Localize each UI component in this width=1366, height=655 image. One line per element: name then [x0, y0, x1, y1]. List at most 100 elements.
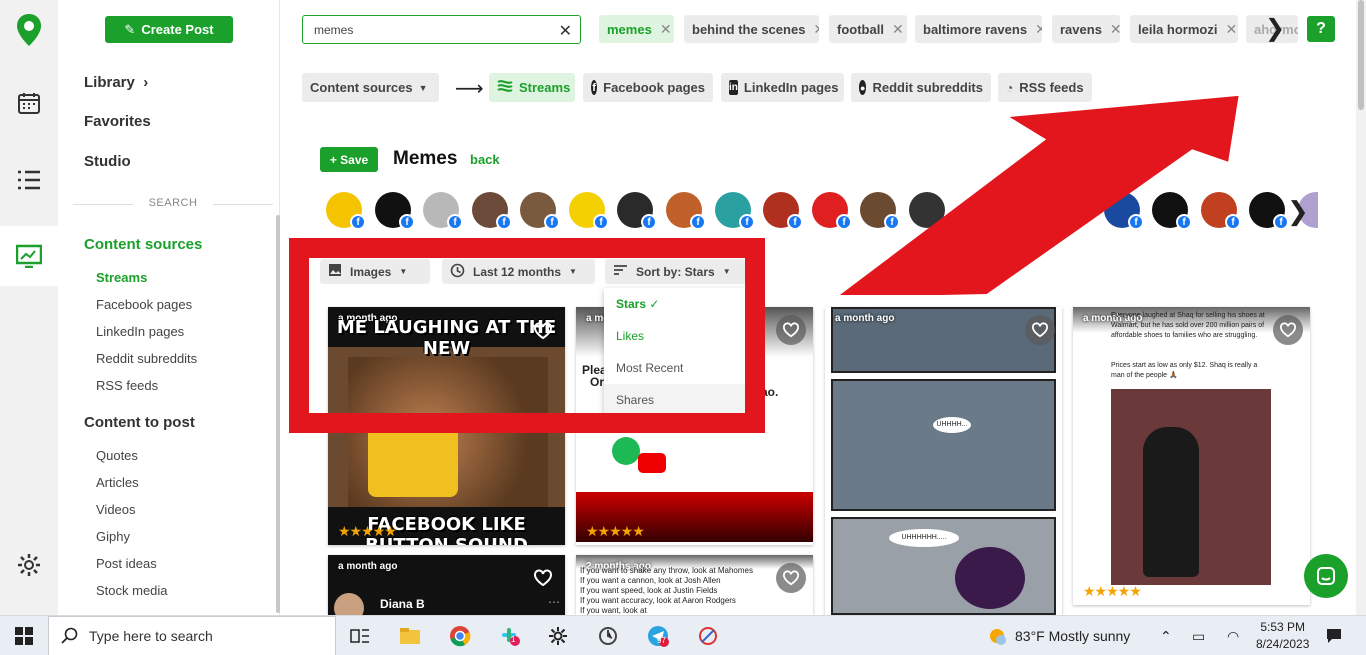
page-scrollbar[interactable] — [1356, 0, 1366, 615]
heart-icon[interactable] — [528, 563, 558, 593]
chips-scroll-right-icon[interactable]: ❯ — [1265, 14, 1285, 43]
source-avatar[interactable]: f — [569, 192, 609, 230]
sidebar-item-facebook-pages[interactable]: Facebook pages — [96, 297, 192, 312]
chip-memes[interactable]: memes ✕ — [599, 15, 674, 43]
meme-card[interactable]: a month ago Diana B ⋯ — [328, 555, 565, 615]
chip-behind-the-scenes[interactable]: behind the scenes ✕ — [684, 15, 819, 43]
sidebar-item-rss-feeds[interactable]: RSS feeds — [96, 378, 158, 393]
source-avatar[interactable]: f — [1152, 192, 1192, 230]
chrome-icon[interactable] — [447, 623, 473, 649]
chip-leila-hormozi[interactable]: leila hormozi ✕ — [1130, 15, 1238, 43]
heart-icon[interactable] — [1025, 315, 1055, 345]
close-icon[interactable]: ✕ — [813, 21, 819, 38]
windows-start-icon[interactable] — [11, 623, 37, 649]
sidebar-item-content-sources[interactable]: Content sources — [84, 236, 202, 253]
sidebar-item-linkedin-pages[interactable]: LinkedIn pages — [96, 324, 184, 339]
source-avatar[interactable]: f — [1104, 192, 1144, 230]
date-range-dropdown[interactable]: Last 12 months ▼ — [442, 259, 595, 284]
media-type-dropdown[interactable]: Images ▼ — [320, 259, 430, 284]
heart-icon[interactable] — [1273, 315, 1303, 345]
source-avatar[interactable]: f — [520, 192, 560, 230]
chevron-up-icon[interactable]: ⌃ — [1160, 628, 1172, 645]
heart-icon[interactable] — [776, 563, 806, 593]
close-icon[interactable]: ✕ — [660, 21, 672, 38]
notifications-icon[interactable] — [1321, 623, 1347, 649]
meme-card[interactable]: 2 months ago If you want to shake any th… — [576, 555, 813, 615]
sidebar-item-content-to-post[interactable]: Content to post — [84, 414, 195, 431]
source-avatar[interactable]: f — [812, 192, 852, 230]
sidebar-item-stock-media[interactable]: Stock media — [96, 583, 168, 598]
source-avatar[interactable]: f — [375, 192, 415, 230]
source-avatar[interactable]: f — [860, 192, 900, 230]
tab-rss-feeds[interactable]: ◔ RSS feeds — [998, 73, 1092, 102]
taskbar-search-input[interactable]: Type here to search — [48, 616, 336, 655]
sidebar-item-videos[interactable]: Videos — [96, 502, 136, 517]
source-avatar[interactable]: f — [423, 192, 463, 230]
chat-support-button[interactable] — [1304, 554, 1348, 598]
meme-card[interactable]: UHHHH... UHHHHHH..... a month ago — [825, 307, 1062, 615]
tab-facebook-pages[interactable]: f Facebook pages — [583, 73, 713, 102]
snipping-tool-icon[interactable] — [595, 623, 621, 649]
source-avatar[interactable]: f — [472, 192, 512, 230]
settings-icon[interactable] — [545, 623, 571, 649]
avatars-scroll-right-icon[interactable]: ❯ — [1287, 196, 1309, 227]
sort-dropdown[interactable]: Sort by: Stars ▼ — [605, 259, 746, 284]
source-avatar[interactable]: f — [1201, 192, 1241, 230]
close-icon[interactable]: ✕ — [1225, 21, 1237, 38]
tab-linkedin-pages[interactable]: in LinkedIn pages — [721, 73, 844, 102]
telegram-icon[interactable]: 97 — [645, 623, 671, 649]
close-icon[interactable]: ✕ — [1035, 21, 1042, 38]
help-button[interactable]: ? — [1307, 16, 1335, 42]
source-avatar[interactable]: f — [763, 192, 803, 230]
back-link[interactable]: back — [470, 152, 500, 167]
sidebar-item-reddit-subreddits[interactable]: Reddit subreddits — [96, 351, 197, 366]
search-input[interactable]: memes ✕ — [302, 15, 581, 44]
source-avatar[interactable] — [909, 192, 945, 228]
meme-card[interactable]: a month ago ME LAUGHING AT THE NEW FACEB… — [328, 307, 565, 545]
tab-streams[interactable]: Streams — [489, 73, 575, 102]
slack-icon[interactable]: 1 — [497, 623, 523, 649]
battery-icon[interactable]: ▭ — [1192, 628, 1205, 645]
sort-option-likes[interactable]: Likes — [604, 320, 747, 352]
sort-option-shares[interactable]: Shares — [604, 384, 747, 416]
source-avatar[interactable]: f — [617, 192, 657, 230]
sidebar-item-giphy[interactable]: Giphy — [96, 529, 130, 544]
sort-option-stars[interactable]: Stars ✓ — [604, 288, 747, 320]
close-icon[interactable]: ✕ — [892, 21, 904, 38]
system-clock[interactable]: 5:53 PM 8/24/2023 — [1256, 619, 1309, 653]
sidebar-item-studio[interactable]: Studio — [84, 153, 131, 170]
weather-icon[interactable] — [984, 623, 1010, 649]
chip-ravens[interactable]: ravens ✕ — [1052, 15, 1120, 43]
logo-icon[interactable] — [0, 10, 58, 50]
sidebar-item-post-ideas[interactable]: Post ideas — [96, 556, 157, 571]
source-avatar[interactable]: f — [326, 192, 366, 230]
more-icon[interactable]: ⋯ — [548, 595, 560, 609]
settings-gear-icon[interactable] — [0, 545, 58, 585]
create-post-button[interactable]: ✎ Create Post — [105, 16, 233, 43]
heart-icon[interactable] — [776, 315, 806, 345]
sidebar-item-articles[interactable]: Articles — [96, 475, 139, 490]
list-icon[interactable] — [0, 160, 58, 200]
heart-icon[interactable] — [528, 316, 558, 346]
sort-option-most-recent[interactable]: Most Recent — [604, 352, 747, 384]
meme-card[interactable]: a month ago Everyone laughed at Shaq for… — [1073, 307, 1310, 605]
sidebar-item-quotes[interactable]: Quotes — [96, 448, 138, 463]
chip-baltimore-ravens[interactable]: baltimore ravens ✕ — [915, 15, 1042, 43]
sidebar-scrollbar[interactable] — [276, 215, 280, 613]
source-avatar[interactable]: f — [1249, 192, 1289, 230]
content-sources-dropdown[interactable]: Content sources ▼ — [302, 73, 439, 102]
source-avatar[interactable]: f — [715, 192, 755, 230]
close-icon[interactable]: ✕ — [1110, 21, 1120, 38]
tab-reddit-subreddits[interactable]: ● Reddit subreddits — [851, 73, 991, 102]
calendar-icon[interactable] — [0, 83, 58, 123]
sidebar-item-favorites[interactable]: Favorites — [84, 113, 151, 130]
task-view-icon[interactable] — [347, 623, 373, 649]
wifi-icon[interactable]: ◠ — [1227, 628, 1239, 645]
clear-search-icon[interactable]: ✕ — [559, 21, 572, 41]
file-explorer-icon[interactable] — [397, 623, 423, 649]
save-button[interactable]: + Save — [320, 147, 378, 172]
content-library-icon[interactable] — [0, 226, 58, 286]
chip-football[interactable]: football ✕ — [829, 15, 907, 43]
sidebar-item-streams[interactable]: Streams — [96, 270, 147, 285]
weather-text[interactable]: 83°F Mostly sunny — [1015, 628, 1130, 644]
